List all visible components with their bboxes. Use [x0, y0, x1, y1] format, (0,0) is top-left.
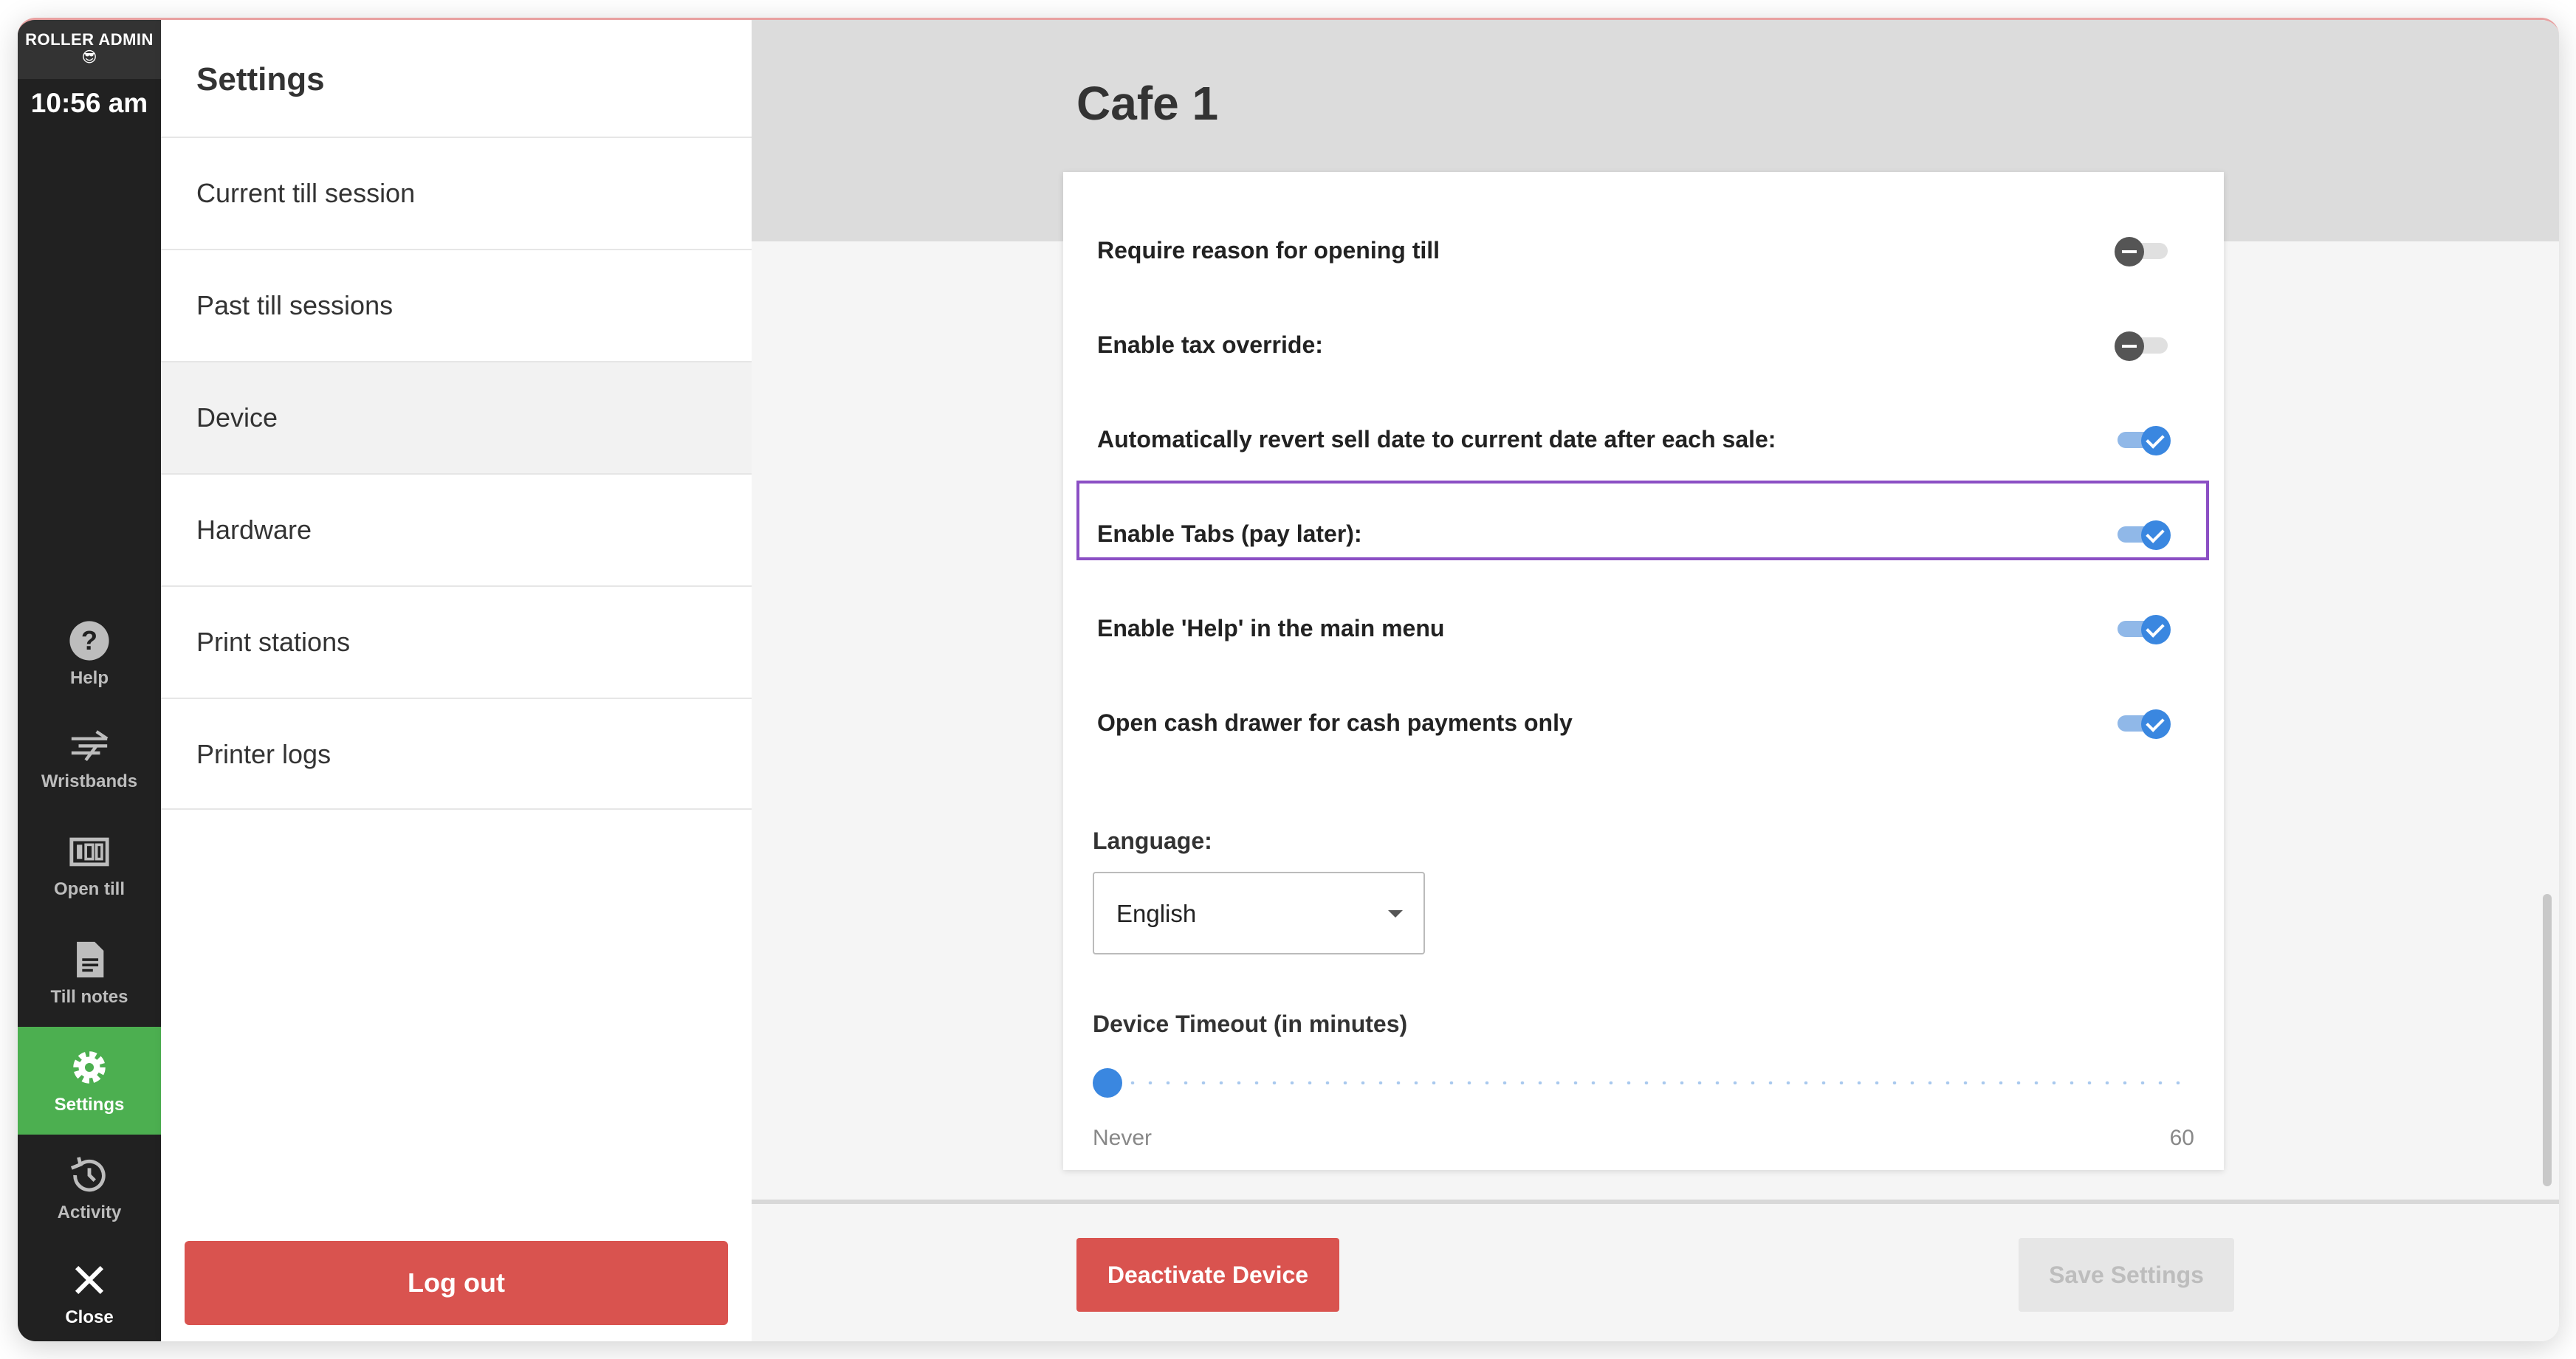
rail-item-help[interactable]: ? Help [18, 600, 161, 708]
setting-row: Automatically revert sell date to curren… [1097, 402, 2190, 476]
settings-item-printer-logs[interactable]: Printer logs [161, 698, 752, 810]
settings-item-hardware[interactable]: Hardware [161, 473, 752, 585]
history-icon [70, 1157, 106, 1192]
settings-item-device[interactable]: Device [161, 361, 752, 473]
setting-label: Automatically revert sell date to curren… [1097, 426, 1776, 453]
till-icon [69, 837, 109, 867]
rail-label: Till notes [50, 987, 128, 1007]
deactivate-device-button[interactable]: Deactivate Device [1076, 1238, 1339, 1312]
wristband-icon [71, 730, 109, 762]
rail-label: Help [69, 668, 109, 688]
slider-track [1106, 1081, 2184, 1084]
revert-sell-date-toggle[interactable] [2115, 426, 2171, 455]
setting-label: Open cash drawer for cash payments only [1097, 709, 1573, 736]
close-icon [75, 1265, 104, 1295]
brand-name: ROLLER ADMIN [25, 30, 154, 49]
caret-down-icon [1388, 910, 1403, 918]
cash-drawer-toggle[interactable] [2115, 709, 2171, 739]
rail-label: Activity [57, 1203, 122, 1222]
setting-row: Enable tax override: [1097, 308, 2190, 382]
settings-item-current-till-session[interactable]: Current till session [161, 137, 752, 249]
slider-thumb[interactable] [1093, 1068, 1122, 1098]
logout-button[interactable]: Log out [185, 1241, 728, 1325]
gear-icon [73, 1051, 106, 1084]
setting-row: Enable 'Help' in the main menu [1097, 591, 2190, 665]
setting-label: Enable 'Help' in the main menu [1097, 615, 1445, 641]
settings-panel: Settings Current till session Past till … [161, 20, 752, 1341]
setting-row: Open cash drawer for cash payments only [1097, 686, 2190, 760]
language-value: English [1116, 900, 1197, 927]
device-settings-card: Require reason for opening till Enable t… [1063, 172, 2224, 1170]
setting-label: Enable tax override: [1097, 331, 1323, 358]
setting-row: Require reason for opening till [1097, 213, 2190, 287]
scrollbar[interactable] [2543, 894, 2552, 1186]
footer-divider [752, 1200, 2559, 1204]
slider-min-label: Never [1093, 1126, 1153, 1150]
enable-tabs-toggle[interactable] [2115, 520, 2171, 550]
brand-block: ROLLER ADMIN 😎 [18, 20, 161, 79]
help-icon: ? [69, 621, 109, 661]
rail-item-open-till[interactable]: Open till [18, 811, 161, 919]
timeout-label: Device Timeout (in minutes) [1093, 1011, 1408, 1037]
timeout-slider[interactable] [1093, 1068, 2184, 1098]
setting-label: Enable Tabs (pay later): [1097, 520, 1362, 547]
rail-label: Wristbands [41, 771, 138, 791]
setting-row: Enable Tabs (pay later): [1097, 497, 2190, 571]
clock: 10:56 am [30, 88, 148, 118]
app-window: ROLLER ADMIN 😎 10:56 am ? Help Wristband… [18, 18, 2559, 1341]
settings-item-past-till-sessions[interactable]: Past till sessions [161, 249, 752, 361]
rail-label: Open till [54, 879, 125, 899]
left-rail: ROLLER ADMIN 😎 10:56 am ? Help Wristband… [18, 20, 161, 1341]
rail-item-close[interactable]: Close [18, 1242, 161, 1341]
rail-item-activity[interactable]: Activity [18, 1135, 161, 1242]
panel-title: Settings [196, 61, 325, 97]
slider-max-label: 60 [2169, 1126, 2194, 1150]
rail-item-wristbands[interactable]: Wristbands [18, 703, 161, 811]
rail-label: Settings [54, 1095, 125, 1115]
language-label: Language: [1093, 828, 1212, 854]
setting-label: Require reason for opening till [1097, 237, 1440, 264]
enable-help-toggle[interactable] [2115, 615, 2171, 644]
rail-item-till-notes[interactable]: Till notes [18, 919, 161, 1027]
require-reason-toggle[interactable] [2115, 237, 2171, 266]
main-content: Cafe 1 Require reason for opening till E… [752, 20, 2559, 1341]
note-icon [77, 941, 104, 978]
tax-override-toggle[interactable] [2115, 331, 2171, 361]
settings-item-print-stations[interactable]: Print stations [161, 585, 752, 698]
rail-item-settings[interactable]: Settings [18, 1027, 161, 1135]
page-title: Cafe 1 [1076, 77, 1219, 130]
brand-emoji: 😎 [81, 49, 97, 66]
save-settings-button[interactable]: Save Settings [2019, 1238, 2234, 1312]
language-select[interactable]: English [1093, 872, 1425, 954]
svg-text:?: ? [81, 625, 97, 656]
rail-label: Close [65, 1307, 114, 1327]
